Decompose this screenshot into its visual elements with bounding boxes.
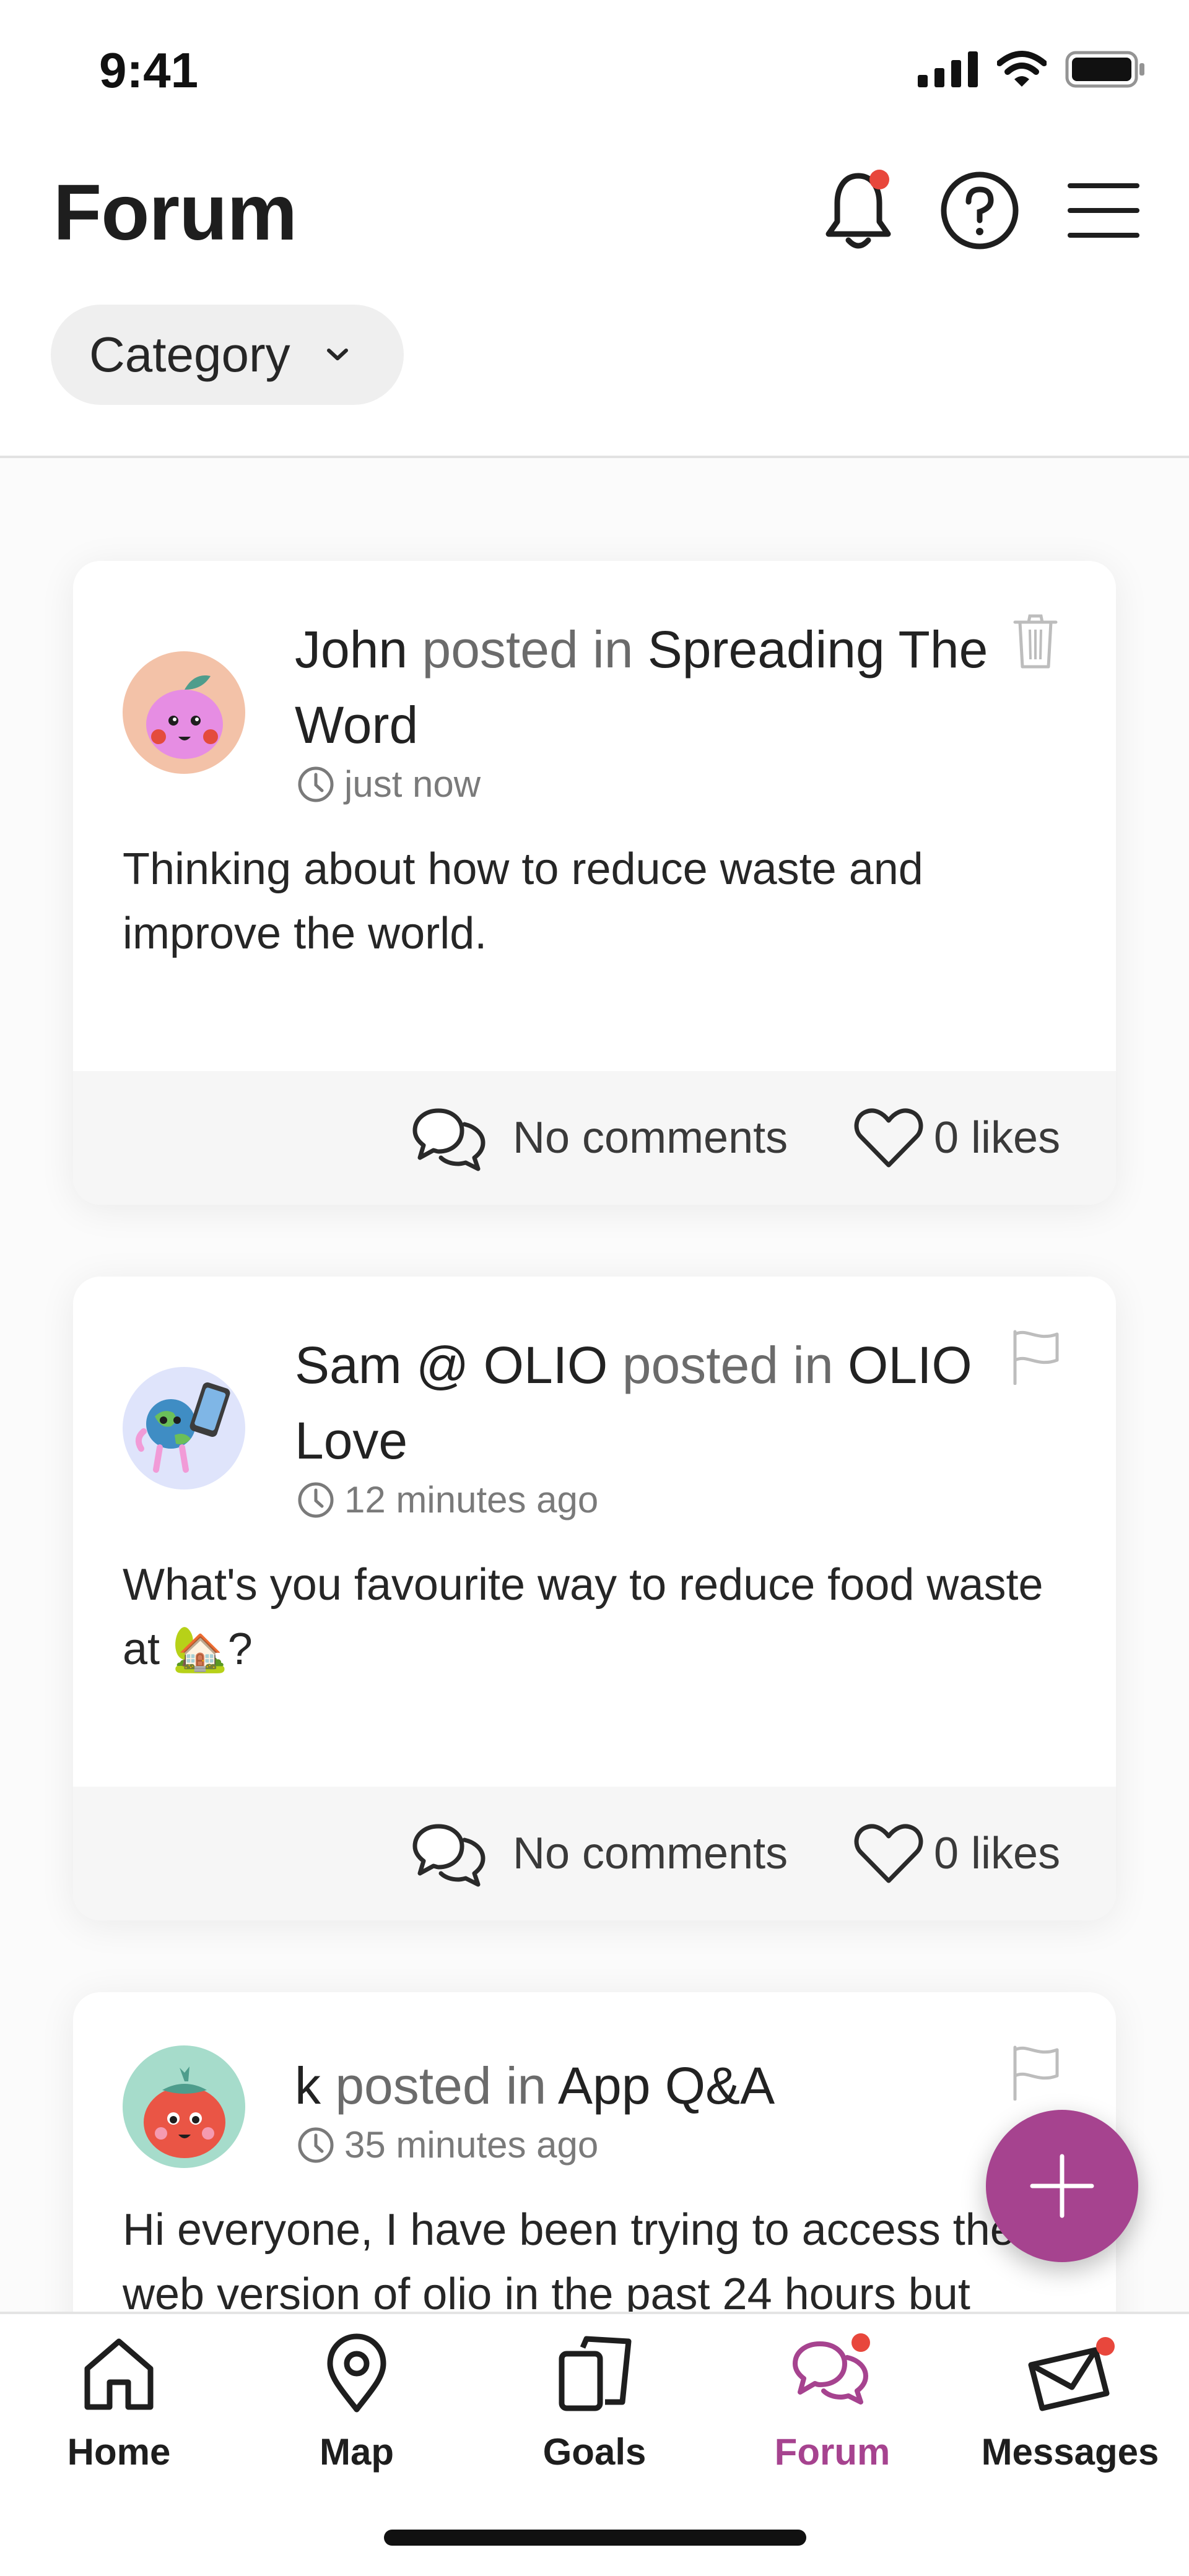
comments-icon (412, 1108, 486, 1171)
avatar (123, 1367, 245, 1490)
heart-icon (854, 1108, 923, 1168)
nav-label: Forum (774, 2431, 891, 2473)
plus-icon (1030, 2154, 1094, 2218)
status-time: 9:41 (99, 43, 199, 98)
delete-post-button[interactable] (1004, 610, 1066, 672)
post-timestamp: just now (296, 763, 481, 805)
likes-label: 0 likes (934, 1113, 1061, 1163)
home-icon (84, 2338, 154, 2410)
like-button[interactable]: 0 likes (853, 1787, 1060, 1920)
status-icons (918, 51, 1146, 88)
avatar (123, 2045, 245, 2168)
clock-icon (298, 1482, 334, 1517)
status-bar: 9:41 (0, 0, 1189, 142)
nav-map[interactable]: Map (238, 2327, 476, 2475)
clock-icon (298, 766, 334, 802)
goals-icon (559, 2336, 632, 2411)
bottom-navigation: Home Map Goals Forum Messages (0, 2312, 1189, 2576)
map-pin-icon (327, 2333, 386, 2413)
wifi-icon (997, 51, 1047, 87)
help-button[interactable] (936, 167, 1023, 254)
post-author[interactable]: k (295, 2057, 321, 2115)
nav-goals[interactable]: Goals (476, 2327, 713, 2475)
comments-icon (412, 1824, 486, 1887)
comments-button[interactable]: No comments (410, 1071, 788, 1205)
post-footer: No comments 0 likes (73, 1787, 1116, 1920)
signal-icon (918, 51, 978, 87)
post-connector: posted in (422, 620, 634, 679)
bell-icon (825, 170, 891, 249)
post-author[interactable]: Sam @ OLIO (295, 1336, 608, 1394)
post-byline: k posted in App Q&A (295, 2048, 992, 2123)
comments-label: No comments (513, 1113, 788, 1163)
nav-label: Goals (542, 2431, 647, 2473)
post-body: Thinking about how to reduce waste and i… (123, 844, 923, 958)
category-label: Category (89, 327, 290, 382)
comments-button[interactable]: No comments (410, 1787, 788, 1920)
post-connector: posted in (335, 2057, 547, 2115)
post-timestamp: 35 minutes ago (296, 2123, 598, 2166)
like-button[interactable]: 0 likes (853, 1071, 1060, 1205)
nav-label: Map (320, 2431, 394, 2473)
battery-icon (1065, 51, 1144, 88)
post-time: 12 minutes ago (344, 1479, 599, 1520)
post-card[interactable]: k posted in App Q&A 35 minutes ago Hi ev… (73, 1992, 1116, 2312)
post-author[interactable]: John (295, 620, 407, 679)
post-connector: posted in (622, 1336, 834, 1394)
report-post-button[interactable] (1004, 1326, 1066, 1388)
report-post-button[interactable] (1004, 2042, 1066, 2104)
post-category[interactable]: App Q&A (558, 2057, 775, 2115)
help-icon (941, 171, 1019, 249)
heart-icon (854, 1824, 923, 1883)
flag-icon (1013, 2045, 1059, 2101)
home-indicator (384, 2530, 806, 2546)
post-card[interactable]: Sam @ OLIO posted in OLIO Love 12 minute… (73, 1277, 1116, 1920)
post-body: Hi everyone, I have been trying to acces… (123, 2205, 1015, 2312)
post-byline: John posted in Spreading The Word (295, 612, 992, 763)
chevron-down-icon (326, 349, 348, 360)
messages-icon (1028, 2337, 1115, 2411)
nav-forum[interactable]: Forum (713, 2327, 951, 2475)
post-time: just now (344, 763, 481, 805)
trash-icon (1013, 614, 1058, 669)
notifications-button[interactable] (815, 167, 902, 254)
header: Forum (0, 142, 1189, 285)
avatar (123, 651, 245, 774)
nav-home[interactable]: Home (0, 2327, 238, 2475)
nav-messages[interactable]: Messages (951, 2327, 1189, 2475)
post-card[interactable]: John posted in Spreading The Word just n… (73, 561, 1116, 1205)
post-feed[interactable]: John posted in Spreading The Word just n… (0, 458, 1189, 2312)
menu-button[interactable] (1060, 167, 1147, 254)
post-footer: No comments 0 likes (73, 1071, 1116, 1205)
comments-label: No comments (513, 1829, 788, 1878)
hamburger-menu-icon (1068, 183, 1139, 238)
forum-icon (793, 2333, 870, 2405)
post-byline: Sam @ OLIO posted in OLIO Love (295, 1327, 992, 1478)
nav-label: Home (67, 2431, 171, 2473)
nav-label: Messages (981, 2431, 1159, 2473)
page-title: Forum (53, 168, 297, 257)
category-filter-button[interactable]: Category (51, 305, 404, 405)
new-post-button[interactable] (986, 2110, 1138, 2262)
post-time: 35 minutes ago (344, 2124, 599, 2166)
post-body: What's you favourite way to reduce food … (123, 1560, 1043, 1674)
clock-icon (298, 2127, 334, 2162)
likes-label: 0 likes (934, 1829, 1061, 1878)
post-timestamp: 12 minutes ago (296, 1478, 598, 1521)
flag-icon (1013, 1330, 1059, 1385)
